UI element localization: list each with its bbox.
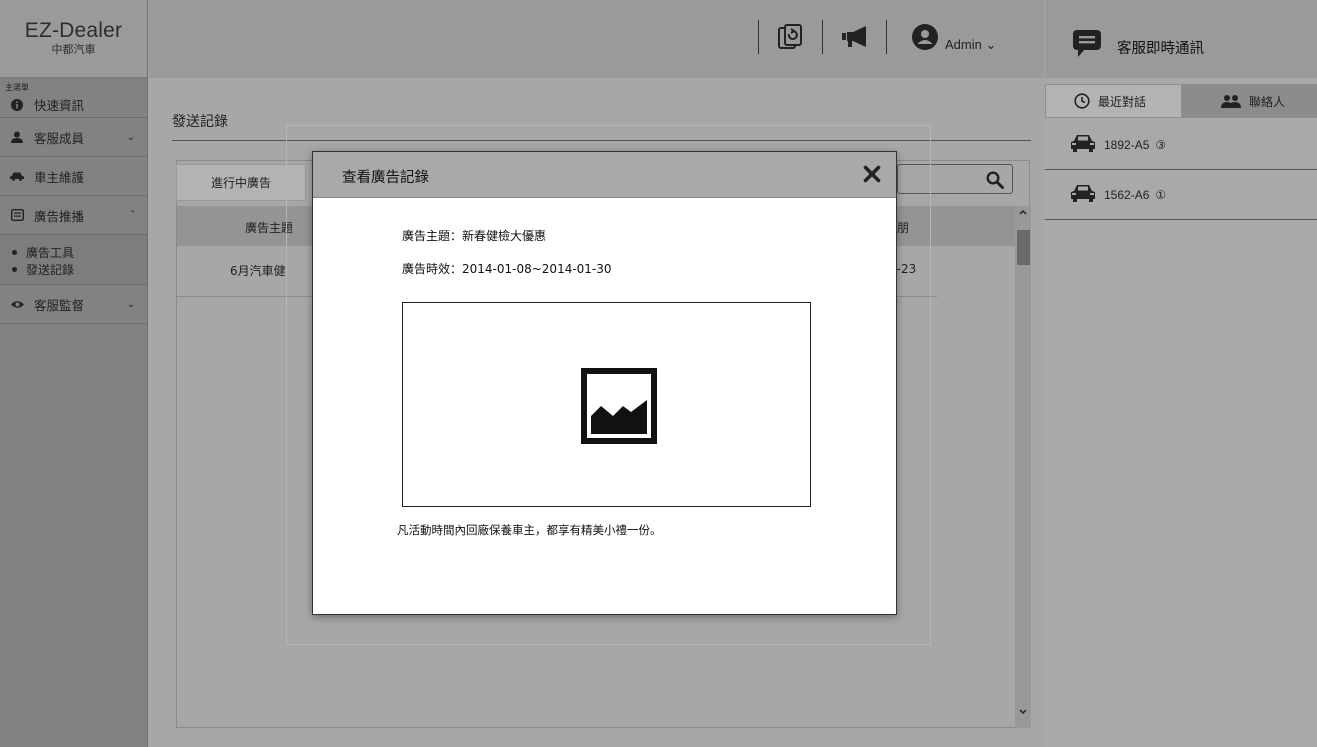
bullet-icon [12, 267, 17, 272]
image-placeholder-icon [581, 368, 657, 448]
tab-contacts[interactable]: 聯絡人 [1182, 84, 1317, 118]
chat-tabs: 最近對話 聯絡人 [1045, 84, 1317, 118]
info-icon [10, 98, 24, 112]
toolbar-divider [822, 20, 823, 54]
unread-badge: ③ [1155, 137, 1167, 152]
ad-period-text: 廣告時效：2014-01-08~2014-01-30 [402, 262, 612, 276]
scroll-down-icon[interactable] [1015, 708, 1031, 722]
tab-label: 最近對話 [1098, 94, 1147, 109]
submenu-item-label: 廣告工具 [26, 246, 75, 260]
car-icon [10, 169, 24, 183]
sidebar-item-label: 快速資訊 [34, 98, 85, 113]
submenu-item-ad-tools[interactable]: 廣告工具 [12, 244, 147, 261]
submenu-item-label: 發送記錄 [26, 263, 75, 277]
submenu-item-send-records[interactable]: 發送記錄 [12, 261, 147, 278]
sidebar-item-label: 車主維護 [34, 169, 85, 185]
chat-title: 客服即時通訊 [1117, 41, 1204, 57]
users-icon [1221, 94, 1241, 108]
bullet-icon [12, 250, 17, 255]
top-bar: Admin ⌄ [149, 0, 1044, 78]
search-icon[interactable] [986, 171, 1004, 193]
brand-subtitle: 中都汽車 [51, 43, 96, 56]
close-icon[interactable] [860, 162, 884, 186]
chat-bubble-icon [1073, 28, 1103, 62]
table-row-topic[interactable]: 6月汽車健 [230, 262, 286, 279]
toolbar-divider [886, 20, 887, 54]
chat-list-item[interactable]: 1562-A6 ① [1045, 170, 1317, 220]
chat-panel: 客服即時通訊 最近對話 聯絡人 1892-A5 ③ 1562-A6 ① [1045, 0, 1317, 747]
sidebar-item-owner-maintenance[interactable]: 車主維護 [0, 157, 147, 196]
unread-badge: ① [1155, 187, 1167, 202]
dialog-title: 查看廣告記錄 [342, 170, 429, 186]
sidebar-item-service-members[interactable]: 客服成員 ⌄ [0, 118, 147, 157]
menu-title: 主選單 [5, 83, 29, 92]
scrollbar-thumb[interactable] [1017, 230, 1030, 265]
chevron-down-icon: ⌄ [126, 132, 135, 143]
sidebar-item-label: 客服監督 [34, 297, 85, 313]
eye-icon [10, 297, 24, 311]
sidebar-item-ad-push[interactable]: 廣告推播 ˅ [0, 196, 147, 235]
app-logo[interactable]: EZ-Dealer 中都汽車 [0, 0, 147, 78]
sidebar: EZ-Dealer 中都汽車 主選單 快速資訊 客服成員 ⌄ 車主維護 廣告推播… [0, 0, 148, 747]
car-icon [1070, 184, 1096, 205]
toolbar-divider [758, 20, 759, 54]
task-switch-icon[interactable] [775, 23, 805, 51]
admin-menu[interactable]: Admin ⌄ [945, 37, 996, 53]
chat-plate: 1562-A6 [1104, 187, 1150, 202]
page-title: 發送記錄 [172, 114, 228, 130]
scroll-up-icon[interactable] [1015, 208, 1031, 222]
brand-name: EZ-Dealer [24, 19, 123, 42]
sidebar-item-label: 廣告推播 [34, 208, 85, 224]
chat-header: 客服即時通訊 [1045, 0, 1317, 78]
chat-list-item[interactable]: 1892-A5 ③ [1045, 120, 1317, 170]
user-icon [10, 130, 24, 144]
sidebar-item-label: 客服成員 [34, 130, 85, 146]
clock-icon [1074, 93, 1090, 109]
newspaper-icon [10, 208, 24, 222]
car-icon [1070, 134, 1096, 155]
tab-label: 聯絡人 [1249, 94, 1286, 109]
chevron-down-icon: ˅ [130, 210, 135, 221]
sidebar-item-quick-info[interactable]: 快速資訊 [0, 92, 147, 118]
tab-recent-conversations[interactable]: 最近對話 [1045, 84, 1182, 118]
ad-record-dialog: 查看廣告記錄 廣告主題：新春健檢大優惠 廣告時效：2014-01-08~2014… [312, 151, 897, 615]
megaphone-icon[interactable] [840, 23, 872, 51]
ad-image-placeholder [402, 302, 811, 507]
ad-push-submenu: 廣告工具 發送記錄 [0, 235, 147, 285]
ad-description: 凡活動時間內回廠保養車主，都享有精美小禮一份。 [397, 523, 662, 537]
dialog-header: 查看廣告記錄 [313, 152, 896, 198]
chevron-down-icon: ⌄ [126, 299, 135, 310]
scrollbar[interactable] [1015, 206, 1031, 728]
sidebar-item-service-supervision[interactable]: 客服監督 ⌄ [0, 285, 147, 324]
admin-avatar-icon[interactable] [911, 23, 939, 51]
ad-topic-text: 廣告主題：新春健檢大優惠 [402, 229, 547, 243]
chat-plate: 1892-A5 [1104, 137, 1150, 152]
